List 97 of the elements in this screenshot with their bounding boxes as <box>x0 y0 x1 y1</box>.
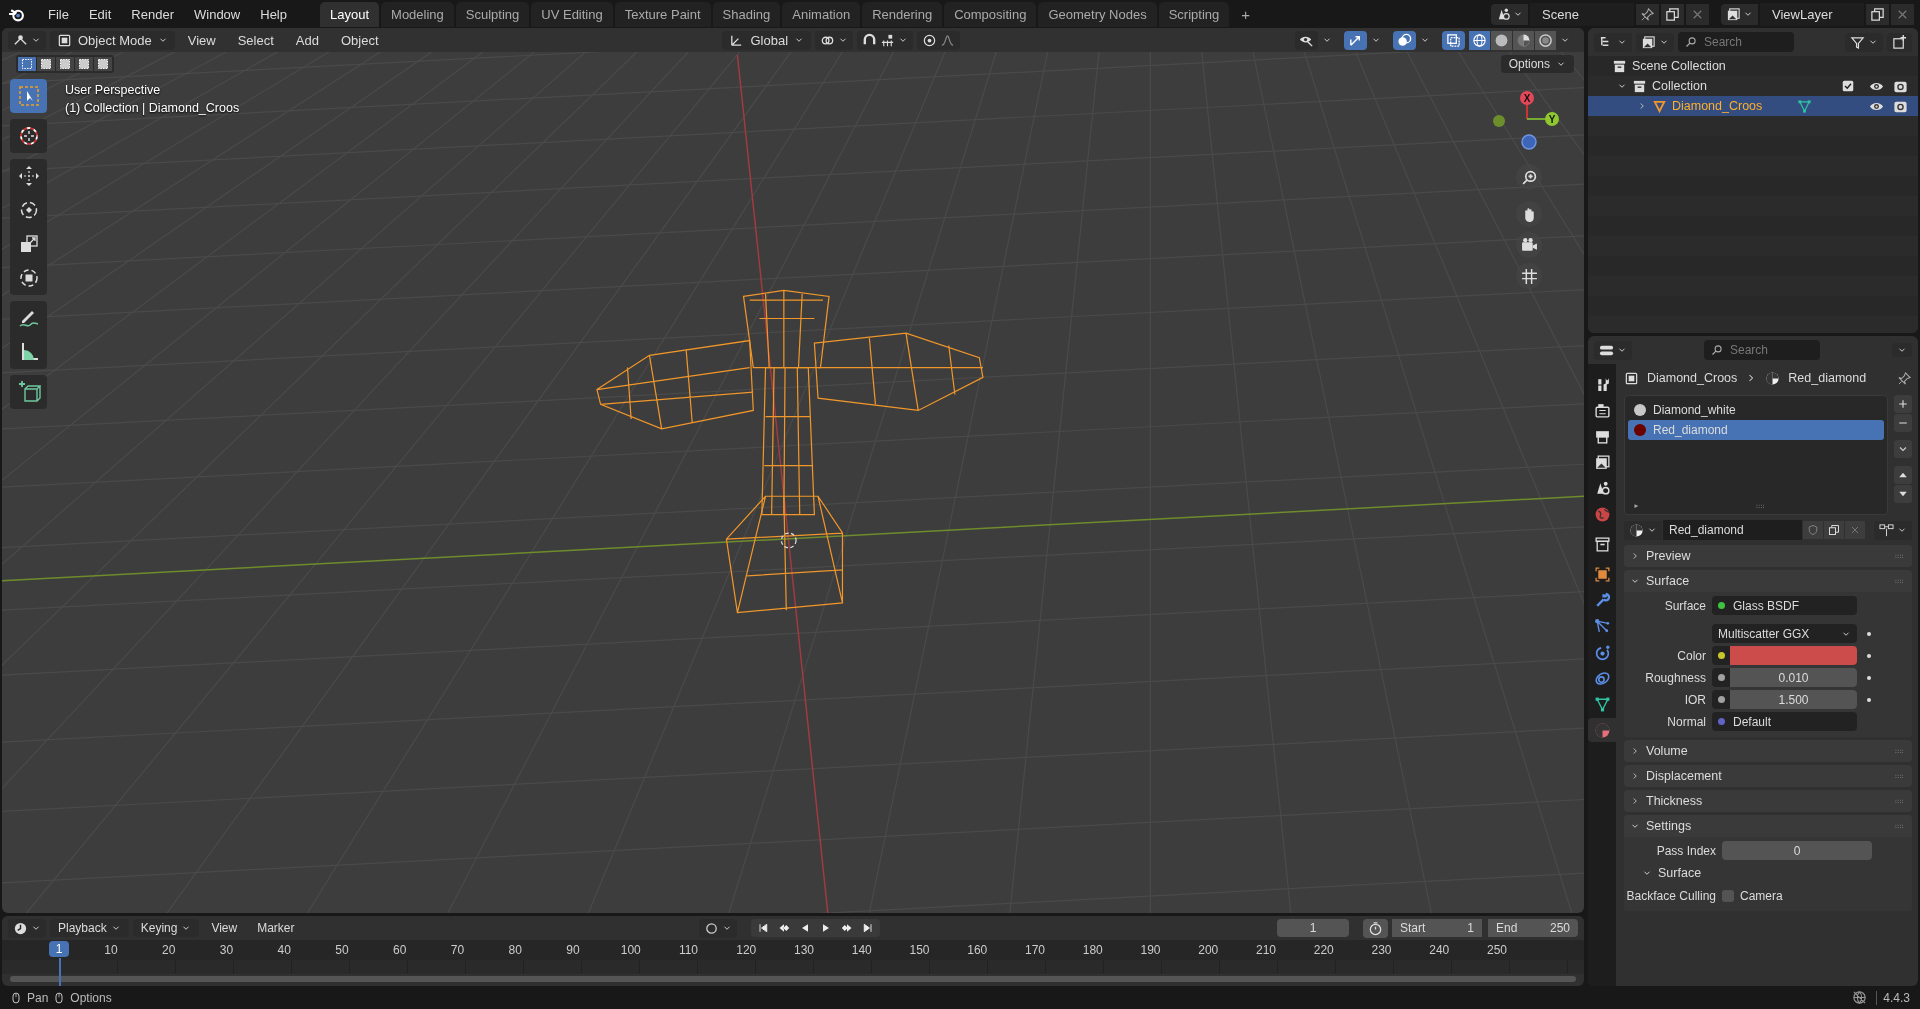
workspace-tab[interactable]: Rendering <box>862 1 943 27</box>
number-field[interactable]: 1.500 <box>1730 690 1857 709</box>
number-field[interactable]: 0.010 <box>1730 668 1857 687</box>
menu-item[interactable]: File <box>39 3 78 25</box>
panel-header[interactable]: Thickness <box>1624 790 1912 812</box>
menu-item[interactable]: Window <box>185 3 250 25</box>
outliner-row[interactable]: Collection <box>1588 76 1918 96</box>
frame-number: 210 <box>1255 943 1276 957</box>
workspace-tab[interactable]: Sculpting <box>455 1 530 27</box>
add-workspace-button[interactable]: + <box>1231 0 1260 28</box>
breadcrumb-item: Red_diamond <box>1788 371 1867 385</box>
panel-header[interactable]: Preview <box>1624 545 1912 567</box>
field-label: Roughness <box>1644 670 1706 685</box>
panel-header[interactable]: Displacement <box>1624 765 1912 787</box>
scene-name-field[interactable]: Scene <box>1530 2 1634 26</box>
shader-link-field[interactable]: Default <box>1712 712 1857 731</box>
menu-item[interactable]: Help <box>251 3 296 25</box>
frame-number: 70 <box>450 943 465 957</box>
frame-number: 110 <box>678 943 699 957</box>
start-frame-field[interactable]: Start 1 <box>1392 919 1482 937</box>
outliner-row[interactable]: Diamond_Croos <box>1588 96 1918 116</box>
frame-number: 130 <box>793 943 814 957</box>
field-label: Pass Index <box>1655 843 1716 858</box>
subpanel-header[interactable]: Surface <box>1624 863 1912 883</box>
workspace-tab[interactable]: Animation <box>782 1 861 27</box>
frame-number: 220 <box>1313 943 1334 957</box>
workspace-tab[interactable]: Modeling <box>381 1 454 27</box>
frame-number: 40 <box>277 943 291 957</box>
workspace-tab[interactable]: Compositing <box>944 1 1037 27</box>
panel-header[interactable]: Volume <box>1624 740 1912 762</box>
search-field[interactable]: Search <box>1678 32 1794 52</box>
axis-handle[interactable]: Y <box>1545 112 1559 126</box>
field-label: Normal <box>1666 714 1706 729</box>
workspace-tab[interactable]: Layout <box>320 1 380 27</box>
number-field[interactable]: 0 <box>1722 841 1872 860</box>
workspace-tab[interactable]: Scripting <box>1158 1 1230 27</box>
menu-item[interactable]: View <box>178 30 225 50</box>
frame-number: 170 <box>1024 943 1045 957</box>
menu-item[interactable]: Render <box>122 3 183 25</box>
frame-number: 190 <box>1140 943 1161 957</box>
outliner-row[interactable]: Scene Collection <box>1588 56 1918 76</box>
options-dropdown[interactable]: Options <box>1500 55 1574 73</box>
material-name-field[interactable]: Red_diamond <box>1663 520 1802 540</box>
material-slot[interactable]: Red_diamond <box>1628 420 1884 440</box>
timeline-menu[interactable]: View <box>203 919 246 937</box>
view-layer-name-field[interactable]: ViewLayer <box>1760 2 1864 26</box>
frame-number: 90 <box>566 943 580 957</box>
menu-item[interactable]: Add <box>286 30 328 50</box>
frame-number: 10 <box>104 943 118 957</box>
frame-number: 180 <box>1082 943 1103 957</box>
frame-number: 150 <box>909 943 930 957</box>
timeline-menu[interactable]: Playback <box>50 919 129 937</box>
field-label: Surface <box>1663 598 1706 613</box>
workspace-tab[interactable]: Shading <box>712 1 781 27</box>
axis-handle[interactable]: X <box>1520 91 1534 105</box>
version-text: 4.4.3 <box>1876 990 1910 1005</box>
current-frame-marker[interactable]: 1 <box>49 941 69 957</box>
status-hint: Pan <box>27 990 49 1005</box>
frame-number: 250 <box>1486 943 1507 957</box>
breadcrumb-item: Diamond_Croos <box>1647 371 1738 385</box>
workspace-tab[interactable]: UV Editing <box>531 1 613 27</box>
panel-header[interactable]: Settings <box>1624 815 1912 837</box>
workspace-tab[interactable]: Geometry Nodes <box>1038 1 1157 27</box>
frame-number: 230 <box>1371 943 1392 957</box>
shader-link-field[interactable]: Glass BSDF <box>1712 596 1857 615</box>
viewport-info-text: (1) Collection | Diamond_Croos <box>65 101 240 115</box>
menu-item[interactable]: Object <box>331 30 388 50</box>
frame-number: 60 <box>393 943 407 957</box>
current-frame-field[interactable]: 1 <box>1277 919 1349 937</box>
timeline-menu[interactable]: Marker <box>249 919 303 937</box>
mode-dropdown[interactable]: Object Mode <box>50 30 175 50</box>
camera-checkbox[interactable]: Camera <box>1722 888 1783 903</box>
orientation-dropdown[interactable]: Global <box>722 30 812 50</box>
frame-number: 50 <box>335 943 349 957</box>
menu-item[interactable]: Select <box>228 30 283 50</box>
field-label: Color <box>1676 648 1706 663</box>
frame-number: 240 <box>1429 943 1450 957</box>
frame-number: 140 <box>851 943 872 957</box>
status-hint: Options <box>70 990 112 1005</box>
frame-number: 160 <box>967 943 988 957</box>
menu-item[interactable]: Edit <box>79 3 121 25</box>
viewport-info-text: User Perspective <box>65 83 162 97</box>
field-label: IOR <box>1683 692 1706 707</box>
end-frame-field[interactable]: End 250 <box>1488 919 1578 937</box>
workspace-tab[interactable]: Texture Paint <box>614 1 711 27</box>
frame-number: 200 <box>1198 943 1219 957</box>
frame-number: 20 <box>162 943 176 957</box>
frame-number: 120 <box>736 943 757 957</box>
distribution-dropdown[interactable]: Multiscatter GGX <box>1712 624 1857 643</box>
panel-header[interactable]: Surface <box>1624 570 1912 592</box>
frame-number: 30 <box>219 943 234 957</box>
material-slot[interactable]: Diamond_white <box>1628 400 1884 420</box>
frame-number: 100 <box>620 943 641 957</box>
search-field[interactable]: Search <box>1704 340 1820 360</box>
field-label: Backface Culling <box>1625 888 1716 903</box>
frame-number: 80 <box>508 943 522 957</box>
timeline-menu[interactable]: Keying <box>132 919 200 937</box>
